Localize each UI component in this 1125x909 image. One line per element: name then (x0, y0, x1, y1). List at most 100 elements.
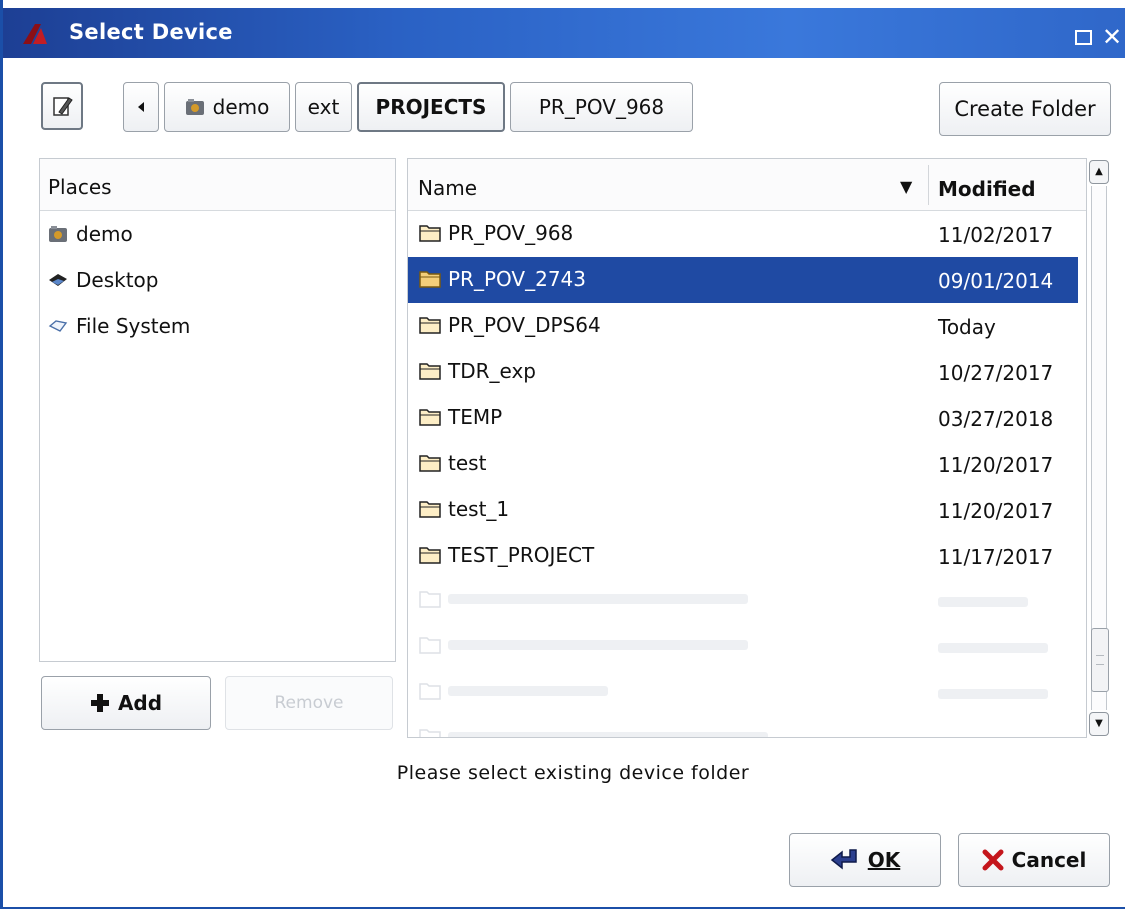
place-label: File System (76, 314, 191, 338)
illegible-name (448, 640, 748, 650)
file-name-cell: test (418, 451, 486, 475)
scroll-thumb[interactable] (1091, 628, 1109, 692)
window-title: Select Device (69, 20, 233, 44)
desktop-icon (49, 274, 67, 286)
file-row-selected[interactable]: PR_POV_2743 09/01/2014 (408, 257, 1078, 303)
folder-icon (419, 363, 441, 380)
name-column-header[interactable]: Name (418, 176, 477, 200)
file-name: TEMP (448, 405, 503, 429)
select-device-dialog: Select Device ✕ demo ext PROJECTS PR_POV… (0, 0, 1125, 909)
back-button[interactable] (123, 82, 159, 132)
file-row[interactable]: test_1 11/20/2017 (408, 487, 1078, 533)
file-row[interactable]: TEMP 03/27/2018 (408, 395, 1078, 441)
ok-button[interactable]: OK (789, 833, 941, 887)
column-divider[interactable] (928, 165, 929, 205)
folder-icon (419, 317, 441, 334)
place-item-desktop[interactable]: Desktop (40, 257, 395, 303)
illegible-name (448, 594, 748, 604)
home-folder-icon (185, 99, 204, 115)
ok-label: OK (867, 848, 901, 872)
file-row[interactable]: TEST_PROJECT 11/17/2017 (408, 533, 1078, 579)
file-modified: Today (938, 315, 996, 339)
file-name: test_1 (448, 497, 510, 521)
pencil-icon (53, 97, 73, 116)
place-item-demo[interactable]: demo (40, 211, 395, 257)
folder-icon (419, 455, 441, 472)
file-name: PR_POV_2743 (448, 267, 586, 291)
folder-icon (419, 637, 441, 654)
file-modified: 11/20/2017 (938, 499, 1054, 523)
remove-label: Remove (274, 693, 344, 713)
x-icon (982, 849, 1004, 871)
file-name-cell: TDR_exp (418, 359, 536, 383)
illegible-date (938, 597, 1028, 607)
plus-icon (90, 694, 109, 712)
folder-icon (419, 271, 441, 288)
folder-icon (419, 501, 441, 518)
add-label: Add (117, 691, 163, 715)
breadcrumb-pr-pov-968[interactable]: PR_POV_968 (510, 82, 693, 132)
illegible-date (938, 643, 1048, 653)
breadcrumb-label: demo (212, 95, 270, 119)
file-name-cell: TEMP (418, 405, 502, 429)
file-row-faded[interactable] (408, 625, 1078, 671)
file-name-cell: PR_POV_2743 (418, 267, 586, 291)
breadcrumb-demo[interactable]: demo (164, 82, 290, 132)
scroll-up-icon[interactable]: ▲ (1089, 160, 1109, 184)
file-name-cell: TEST_PROJECT (418, 543, 594, 567)
place-label: Desktop (76, 268, 159, 292)
file-name-cell: test_1 (418, 497, 509, 521)
cancel-label: Cancel (1011, 848, 1087, 872)
app-icon (23, 24, 47, 44)
places-panel: Places demo Desktop File System (39, 158, 396, 662)
folder-icon (419, 547, 441, 564)
file-row-faded[interactable] (408, 671, 1078, 717)
file-row-faded[interactable] (408, 717, 1078, 737)
breadcrumb-label: PROJECTS (375, 95, 487, 119)
title-bar[interactable]: Select Device ✕ (3, 8, 1125, 58)
file-name: TDR_exp (448, 359, 536, 383)
file-row[interactable]: PR_POV_DPS64 Today (408, 303, 1078, 349)
remove-place-button[interactable]: Remove (225, 676, 393, 730)
file-modified: 11/20/2017 (938, 453, 1054, 477)
file-name-cell (418, 635, 748, 655)
file-name-cell (418, 589, 748, 609)
cancel-button[interactable]: Cancel (958, 833, 1110, 887)
edit-path-button[interactable] (41, 82, 83, 130)
file-modified: 09/01/2014 (938, 269, 1054, 293)
file-name: TEST_PROJECT (448, 543, 595, 567)
breadcrumb-label: PR_POV_968 (538, 95, 665, 119)
status-message: Please select existing device folder (396, 762, 750, 784)
place-item-file-system[interactable]: File System (40, 303, 395, 349)
file-name-cell (418, 681, 608, 701)
file-list: Name ▼ Modified PR_POV_968 11/02/2017 PR… (407, 158, 1087, 738)
file-name: PR_POV_968 (448, 221, 574, 245)
file-row-faded[interactable] (408, 579, 1078, 625)
places-header[interactable]: Places (40, 159, 395, 211)
place-label: demo (76, 222, 133, 246)
maximize-icon[interactable] (1071, 26, 1095, 50)
create-folder-button[interactable]: Create Folder (939, 82, 1111, 136)
add-place-button[interactable]: Add (41, 676, 211, 730)
file-modified: 03/27/2018 (938, 407, 1054, 431)
file-name: PR_POV_DPS64 (448, 313, 601, 337)
home-folder-icon (49, 226, 67, 242)
scroll-down-icon[interactable]: ▼ (1089, 712, 1109, 736)
close-icon[interactable]: ✕ (1100, 25, 1124, 50)
illegible-name (448, 732, 768, 737)
file-row[interactable]: test 11/20/2017 (408, 441, 1078, 487)
breadcrumb-ext[interactable]: ext (295, 82, 352, 132)
drive-icon (48, 320, 68, 332)
sort-descending-icon[interactable]: ▼ (900, 177, 912, 196)
file-modified: 10/27/2017 (938, 361, 1054, 385)
modified-column-header[interactable]: Modified (938, 177, 1036, 201)
breadcrumb-projects[interactable]: PROJECTS (357, 82, 505, 132)
folder-icon (419, 729, 441, 737)
file-name-cell: PR_POV_DPS64 (418, 313, 601, 337)
file-row[interactable]: TDR_exp 10/27/2017 (408, 349, 1078, 395)
breadcrumb-label: ext (307, 95, 340, 119)
file-name-cell (418, 727, 768, 737)
file-list-scrollbar[interactable]: ▲ ▼ (1087, 158, 1111, 738)
illegible-name (448, 686, 608, 696)
file-row[interactable]: PR_POV_968 11/02/2017 (408, 211, 1078, 257)
